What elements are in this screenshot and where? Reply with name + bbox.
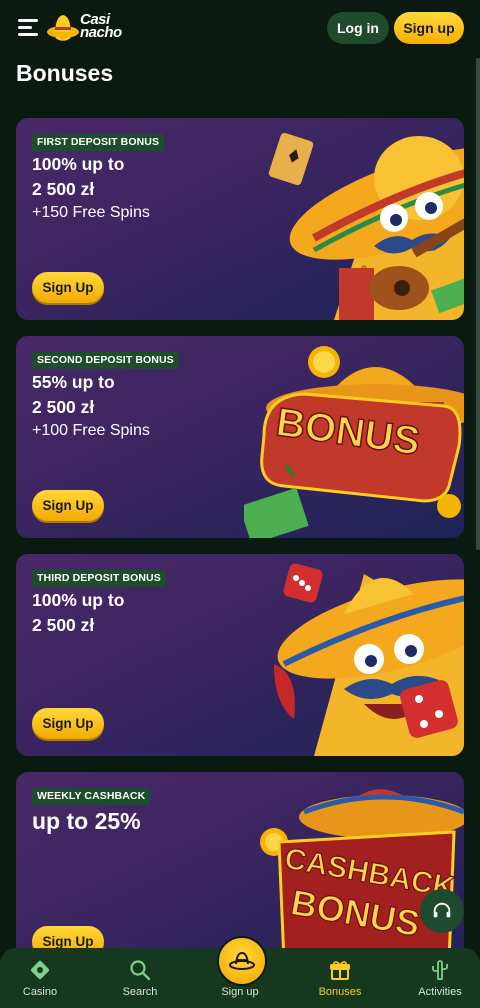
logo-text: Casi nacho xyxy=(80,11,122,41)
bonus-percent: 55% up to xyxy=(32,372,115,392)
menu-icon[interactable] xyxy=(18,19,38,37)
bonus-card-third-deposit: THIRD DEPOSIT BONUS 100% up to 2 500 zł … xyxy=(16,554,464,756)
bonus-amount: 2 500 zł xyxy=(32,179,95,199)
bonus-amount: 2 500 zł xyxy=(32,397,95,417)
nav-signup-sombrero-button[interactable] xyxy=(217,936,267,986)
bonus-sign-illustration: BONUS xyxy=(244,346,464,538)
support-chat-button[interactable] xyxy=(420,889,464,933)
nacho-dice-illustration xyxy=(274,563,464,756)
card-signup-button[interactable]: Sign Up xyxy=(32,708,104,739)
bonus-badge: THIRD DEPOSIT BONUS xyxy=(32,570,166,587)
bonus-card-second-deposit: BONUS SECOND DEPOSIT BONUS 55% up to 2 5… xyxy=(16,336,464,538)
casino-chip-icon xyxy=(30,960,50,980)
signup-button[interactable]: Sign up xyxy=(394,12,464,44)
nav-casino[interactable]: Casino xyxy=(0,948,80,1008)
cashback-bonus-illustration: CASHBACK BONUS xyxy=(260,789,464,964)
bonus-badge: WEEKLY CASHBACK xyxy=(32,788,151,805)
cashback-headline: up to 25% xyxy=(32,808,141,834)
scrollbar[interactable] xyxy=(476,58,480,550)
nav-activities[interactable]: Activities xyxy=(400,948,480,1008)
sombrero-icon xyxy=(229,951,255,970)
bonus-percent: 100% up to xyxy=(32,154,125,174)
logo[interactable]: Casi nacho xyxy=(46,10,126,44)
search-icon xyxy=(130,960,151,981)
bonus-free-spins: +100 Free Spins xyxy=(32,422,150,439)
card-signup-button[interactable]: Sign Up xyxy=(32,272,104,303)
bonus-badge: FIRST DEPOSIT BONUS xyxy=(32,134,165,151)
nacho-mariachi-illustration xyxy=(268,132,464,320)
bonus-percent: 100% up to xyxy=(32,590,125,610)
bonus-amount: 2 500 zł xyxy=(32,615,95,635)
headset-icon xyxy=(433,902,451,918)
bonus-card-first-deposit: FIRST DEPOSIT BONUS 100% up to 2 500 zł … xyxy=(16,118,464,320)
card-signup-button[interactable]: Sign Up xyxy=(32,490,104,521)
nav-bonuses[interactable]: Bonuses xyxy=(300,948,380,1008)
login-button[interactable]: Log in xyxy=(327,12,389,44)
cactus-icon xyxy=(432,960,448,980)
bonus-badge: SECOND DEPOSIT BONUS xyxy=(32,352,179,369)
logo-sombrero-icon xyxy=(47,15,79,41)
gift-icon xyxy=(330,961,350,980)
top-header: Casi nacho Log in Sign up xyxy=(0,0,480,56)
bonus-free-spins: +150 Free Spins xyxy=(32,204,150,221)
nav-search[interactable]: Search xyxy=(100,948,180,1008)
page-title: Bonuses xyxy=(16,60,114,86)
